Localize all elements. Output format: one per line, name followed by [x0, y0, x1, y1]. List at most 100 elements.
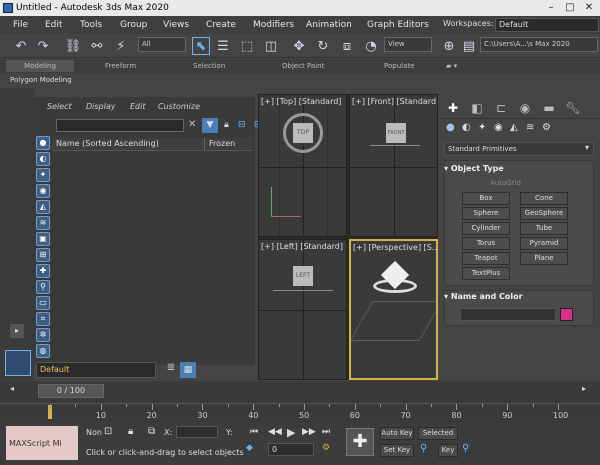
menu-animation[interactable]: Animation	[306, 16, 352, 34]
explorer-menu-edit[interactable]: Edit	[130, 102, 146, 111]
expand-arrow-icon[interactable]: ▸	[10, 324, 24, 338]
category-dropdown[interactable]: Standard Primitives	[444, 142, 594, 156]
ribbon-tab-freeform[interactable]: Freeform	[105, 60, 136, 72]
maximize-button[interactable]: □	[561, 1, 579, 14]
next-frame-icon[interactable]: ▶▶	[302, 427, 316, 437]
textplus-button[interactable]: TextPlus	[462, 267, 510, 280]
display-frozen-icon[interactable]: ▭	[36, 296, 50, 310]
display-lights-icon[interactable]: ✦	[36, 168, 50, 182]
window-crossing-icon[interactable]: ◫	[262, 37, 280, 55]
display-groups-icon[interactable]: ▣	[36, 232, 50, 246]
object-type-header[interactable]: ▾ Object Type	[444, 162, 594, 176]
x-coordinate-input[interactable]	[176, 426, 218, 438]
menu-modifiers[interactable]: Modifiers	[253, 16, 294, 34]
torus-button[interactable]: Torus	[462, 237, 510, 250]
cone-button[interactable]: Cone	[520, 192, 568, 205]
selected-dropdown[interactable]: Selected	[418, 427, 458, 440]
clear-search-icon[interactable]: ✕	[188, 119, 196, 130]
display-bones-icon[interactable]: ✚	[36, 264, 50, 278]
selection-filter-dropdown[interactable]: All	[138, 37, 186, 52]
layer-stack-icon[interactable]: ≣	[164, 362, 178, 378]
ribbon-tab-modeling[interactable]: Modeling	[6, 60, 74, 72]
scale-icon[interactable]: ⧈	[338, 37, 356, 55]
create-tab-icon[interactable]: ✚	[444, 100, 462, 116]
viewport-layout-icon[interactable]	[5, 350, 31, 376]
project-folder-icon[interactable]: ▤	[460, 37, 478, 55]
shapes-icon[interactable]: ◐	[462, 122, 471, 133]
hierarchy-tab-icon[interactable]: ⊏	[492, 100, 510, 116]
display-xrefs-icon[interactable]: ⊞	[36, 248, 50, 262]
teapot-button[interactable]: Teapot	[462, 252, 510, 265]
add-time-tag-icon[interactable]: ✚	[346, 428, 374, 456]
menu-edit[interactable]: Edit	[45, 16, 62, 34]
motion-tab-icon[interactable]: ◉	[516, 100, 534, 116]
display-helpers-icon[interactable]: ◭	[36, 200, 50, 214]
modify-tab-icon[interactable]: ◧	[468, 100, 486, 116]
display-containers-icon[interactable]: ⚲	[36, 280, 50, 294]
viewport-front-label[interactable]: [+] [Front] [Standard]	[352, 97, 437, 106]
display-cameras-icon[interactable]: ◉	[36, 184, 50, 198]
display-tab-icon[interactable]: ▬	[540, 100, 558, 116]
pivot-center-icon[interactable]: ⊕	[440, 37, 458, 55]
cylinder-button[interactable]: Cylinder	[462, 222, 510, 235]
placement-icon[interactable]: ◔	[362, 37, 380, 55]
time-slider-prev-icon[interactable]: ◂	[10, 384, 14, 393]
viewcube-left-icon[interactable]: LEFT	[293, 266, 313, 286]
lock-icon[interactable]: 🔒︎	[224, 120, 229, 130]
column-name[interactable]: Name (Sorted Ascending)	[56, 138, 159, 150]
rect-selection-icon[interactable]: ⬚	[238, 37, 256, 55]
viewport-top[interactable]: TOP [+] [Top] [Standard]	[258, 94, 347, 237]
hierarchy-icon[interactable]: ⊟	[238, 120, 246, 130]
menu-tools[interactable]: Tools	[80, 16, 102, 34]
ribbon-tab-object-paint[interactable]: Object Paint	[282, 60, 324, 72]
display-all-icon[interactable]: ✲	[36, 328, 50, 342]
viewport-perspective[interactable]: [+] [Perspective] [S...	[349, 239, 438, 380]
maxscript-listener[interactable]: MAXScript Mi	[6, 426, 78, 460]
explorer-search-input[interactable]	[56, 119, 184, 132]
selection-lock-icon[interactable]: 🔒︎	[128, 426, 133, 437]
sphere-button[interactable]: Sphere	[462, 207, 510, 220]
filter-icon[interactable]: ▼	[202, 118, 218, 133]
menu-group[interactable]: Group	[120, 16, 147, 34]
category-chevron-icon[interactable]: ▾	[585, 143, 589, 152]
viewcube-front-icon[interactable]: FRONT	[386, 123, 406, 143]
explorer-menu-display[interactable]: Display	[86, 102, 116, 111]
select-by-name-icon[interactable]: ☰	[214, 37, 232, 55]
key-mode-icon[interactable]: ◆	[246, 443, 253, 453]
bind-spacewarp-icon[interactable]: ⚡	[112, 37, 130, 55]
menu-create[interactable]: Create	[206, 16, 236, 34]
spacewarps-icon[interactable]: ≋	[526, 122, 534, 133]
name-color-header[interactable]: ▾ Name and Color	[444, 290, 594, 304]
goto-start-icon[interactable]: ⏮	[250, 427, 258, 437]
ribbon-tab-selection[interactable]: Selection	[193, 60, 225, 72]
viewport-top-label[interactable]: [+] [Top] [Standard]	[261, 97, 341, 106]
track-bar[interactable]: 10 20 30 40 50 60 70 80 90 100	[0, 403, 600, 423]
cameras-icon[interactable]: ◉	[494, 122, 503, 133]
ribbon-tab-populate[interactable]: Populate	[384, 60, 414, 72]
viewport-left-label[interactable]: [+] [Left] [Standard]	[261, 242, 343, 251]
display-hidden-icon[interactable]: ⌗	[36, 312, 50, 326]
display-none-icon[interactable]: ◍	[36, 344, 50, 358]
explorer-menu-select[interactable]: Select	[47, 102, 72, 111]
current-frame-input[interactable]: 0	[268, 443, 314, 456]
viewport-left[interactable]: LEFT [+] [Left] [Standard]	[258, 239, 347, 380]
pyramid-button[interactable]: Pyramid	[520, 237, 568, 250]
absolute-mode-icon[interactable]: ⧉	[148, 426, 155, 437]
helpers-icon[interactable]: ◭	[510, 122, 518, 133]
time-config-icon[interactable]: ⚙	[322, 443, 330, 453]
rotate-icon[interactable]: ↻	[314, 37, 332, 55]
systems-icon[interactable]: ⚙	[542, 122, 551, 133]
object-name-input[interactable]	[460, 308, 556, 321]
set-key-button[interactable]: Set Key	[380, 444, 414, 457]
layer-dropdown[interactable]: Default	[36, 362, 156, 378]
unlink-icon[interactable]: ⚯	[88, 37, 106, 55]
explorer-menu-customize[interactable]: Customize	[158, 102, 200, 111]
undo-icon[interactable]: ↶	[12, 37, 30, 55]
display-shapes-icon[interactable]: ◐	[36, 152, 50, 166]
box-button[interactable]: Box	[462, 192, 510, 205]
key-filters-button[interactable]: Key	[438, 444, 458, 457]
minimize-button[interactable]: –	[542, 1, 560, 14]
tube-button[interactable]: Tube	[520, 222, 568, 235]
viewport-perspective-label[interactable]: [+] [Perspective] [S...	[353, 243, 436, 252]
ribbon-polygon-modeling[interactable]: Polygon Modeling	[10, 74, 72, 86]
